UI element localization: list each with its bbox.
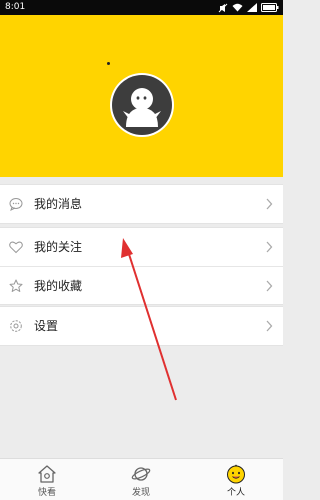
chevron-right-icon xyxy=(265,320,273,332)
tab-label-discover: 发现 xyxy=(131,488,150,498)
status-bar: 8:01 xyxy=(0,0,283,15)
tab-label-kuaikan: 快看 xyxy=(37,488,56,498)
home-icon xyxy=(37,464,57,484)
tab-kuaikan[interactable]: 快看 xyxy=(0,459,94,500)
menu-group-messages: 我的消息 xyxy=(0,184,283,224)
tab-personal[interactable]: 个人 xyxy=(189,459,283,500)
status-time: 8:01 xyxy=(5,2,26,12)
wifi-icon xyxy=(232,3,243,12)
tab-label-personal: 个人 xyxy=(226,488,245,498)
chevron-right-icon xyxy=(265,280,273,292)
menu-item-messages[interactable]: 我的消息 xyxy=(0,185,283,223)
heart-icon xyxy=(9,240,23,254)
status-icons xyxy=(218,2,279,13)
tab-discover[interactable]: 发现 xyxy=(94,459,188,500)
chevron-right-icon xyxy=(265,198,273,210)
default-avatar-icon xyxy=(112,75,172,135)
menu-group-settings: 设置 xyxy=(0,306,283,346)
avatar[interactable] xyxy=(110,73,174,137)
face-icon xyxy=(226,464,246,484)
header-dot xyxy=(107,62,110,65)
menu-group-collections: 我的关注 我的收藏 xyxy=(0,227,283,305)
menu-label-favorites: 我的收藏 xyxy=(34,279,83,293)
battery-icon xyxy=(261,3,279,12)
chat-bubble-icon xyxy=(9,197,23,211)
chevron-right-icon xyxy=(265,241,273,253)
menu-label-settings: 设置 xyxy=(34,319,59,333)
profile-header xyxy=(0,15,283,177)
star-icon xyxy=(9,279,23,293)
signal-icon xyxy=(247,3,257,12)
mute-icon xyxy=(218,3,228,13)
menu-label-follows: 我的关注 xyxy=(34,240,83,254)
gear-icon xyxy=(9,319,23,333)
bottom-tabbar: 快看 发现 个人 xyxy=(0,458,283,500)
menu-item-favorites[interactable]: 我的收藏 xyxy=(0,266,283,304)
menu-label-messages: 我的消息 xyxy=(34,197,83,211)
menu-item-follows[interactable]: 我的关注 xyxy=(0,228,283,266)
menu-item-settings[interactable]: 设置 xyxy=(0,307,283,345)
planet-icon xyxy=(131,464,151,484)
